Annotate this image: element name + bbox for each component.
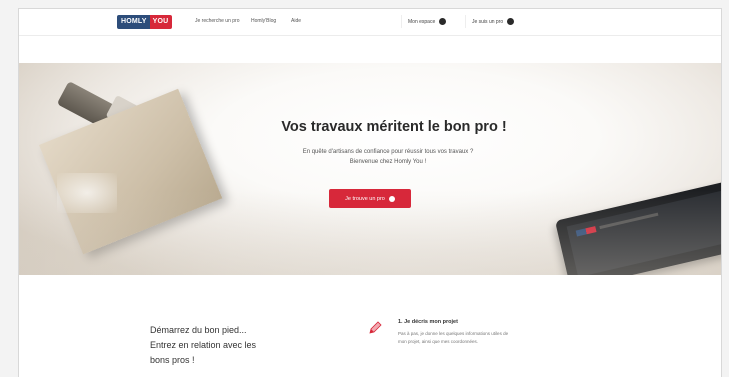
section-heading-line3: bons pros ! (150, 355, 195, 365)
step-title: 1. Je décris mon projet (398, 319, 458, 325)
hero-banner: Vos travaux méritent le bon pro ! En quê… (19, 63, 721, 275)
step-description: Pas à pas, je donne les quelques informa… (398, 330, 548, 346)
hero-subtitle: En quête d'artisans de confiance pour ré… (37, 147, 721, 167)
hero-subtitle-line1: En quête d'artisans de confiance pour ré… (302, 149, 474, 155)
hero-title: Vos travaux méritent le bon pro ! (281, 119, 507, 135)
hero-shade (19, 63, 721, 275)
hero-subtitle-line2: Bienvenue chez Homly You ! (349, 159, 427, 165)
step-desc-line2: mon projet, ainsi que mes coordonnées. (398, 339, 479, 344)
section-heading: Démarrez du bon pied... Entrez en relati… (150, 323, 320, 368)
section-heading-line1: Démarrez du bon pied... (150, 325, 247, 335)
my-space-button[interactable]: Mon espace (401, 15, 452, 28)
pro-icon (507, 18, 515, 25)
nav-link-help[interactable]: Aide (291, 18, 301, 24)
logo-part2: YOU (149, 15, 173, 29)
i-am-pro-label: Je suis un pro (472, 18, 504, 25)
homly-you-logo[interactable]: HOMLY YOU (117, 15, 173, 29)
find-pro-cta-button[interactable]: Je trouve un pro (329, 189, 411, 208)
section-heading-line2: Entrez en relation avec les (150, 340, 257, 350)
my-space-label: Mon espace (408, 18, 436, 25)
pencil-icon (369, 321, 382, 334)
nav-link-find-pro[interactable]: Je recherche un pro (195, 18, 239, 24)
cta-label: Je trouve un pro (345, 195, 385, 202)
arrow-icon (388, 195, 395, 202)
step-desc-line1: Pas à pas, je donne les quelques informa… (398, 331, 509, 336)
i-am-pro-button[interactable]: Je suis un pro (465, 15, 520, 28)
user-icon (439, 18, 447, 25)
logo-part1: HOMLY (117, 15, 150, 29)
top-navbar: HOMLY YOU Je recherche un pro Homly'Blog… (19, 9, 721, 36)
nav-link-blog[interactable]: Homly'Blog (251, 18, 276, 24)
